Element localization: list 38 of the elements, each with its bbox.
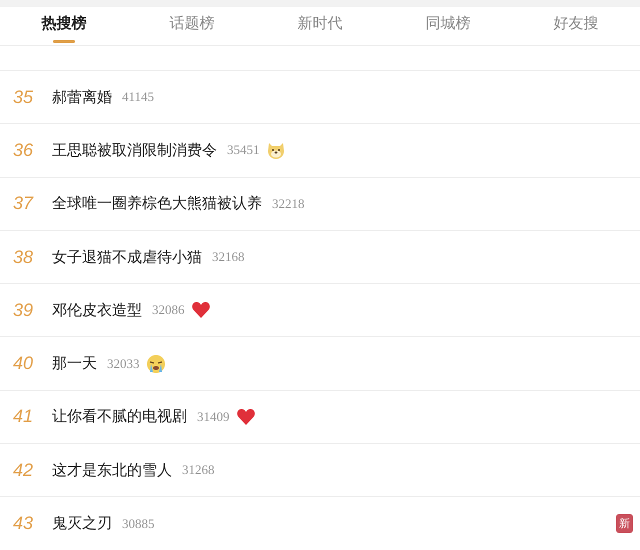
search-count: 31268 xyxy=(182,462,214,478)
topic-link[interactable]: 女子退猫不成虐待小猫 xyxy=(52,248,202,267)
tab[interactable]: 同城榜 xyxy=(384,7,512,45)
rank-number: 41 xyxy=(12,406,34,428)
rank-number: 43 xyxy=(12,513,34,534)
topic-link[interactable]: 那一天 xyxy=(52,354,97,374)
topic-link[interactable]: 让你看不腻的电视剧 xyxy=(52,407,187,426)
tab-indicator xyxy=(53,40,75,43)
topic-link[interactable]: 王思聪被取消限制消费令 xyxy=(52,140,217,160)
new-badge: 新 xyxy=(616,514,633,534)
search-count: 30885 xyxy=(122,516,154,532)
rank-number: 36 xyxy=(12,140,34,161)
search-count: 41145 xyxy=(122,89,154,106)
search-count: 35451 xyxy=(227,142,260,158)
rank-number: 38 xyxy=(12,246,34,268)
search-count: 31409 xyxy=(197,408,230,425)
topic-link[interactable]: 这才是东北的雪人 xyxy=(52,460,172,480)
topic-link[interactable]: 郝蕾离婚 xyxy=(52,88,112,107)
rank-number: 37 xyxy=(12,193,34,214)
rank-number: 42 xyxy=(12,460,34,481)
tab[interactable]: 新时代 xyxy=(256,7,384,45)
heart-icon xyxy=(236,406,256,427)
topic-link[interactable]: 鬼灭之刃 xyxy=(52,514,112,534)
rank-number: 35 xyxy=(12,86,34,108)
search-count: 32033 xyxy=(107,356,140,372)
crying-face-icon xyxy=(146,354,166,374)
tab[interactable]: 热搜榜 xyxy=(0,7,128,45)
tab[interactable]: 话题榜 xyxy=(128,7,256,45)
rank-number: 39 xyxy=(12,300,34,321)
topic-link[interactable]: 邓伦皮衣造型 xyxy=(52,300,142,320)
search-count: 32086 xyxy=(152,302,184,318)
search-count: 32218 xyxy=(272,196,304,212)
dog-face-icon xyxy=(266,140,286,160)
heart-icon xyxy=(190,300,210,320)
topic-link[interactable]: 全球唯一圈养棕色大熊猫被认养 xyxy=(52,194,262,214)
tab[interactable]: 好友搜 xyxy=(512,7,640,45)
search-count: 32168 xyxy=(212,249,244,266)
rank-number: 40 xyxy=(12,353,34,374)
